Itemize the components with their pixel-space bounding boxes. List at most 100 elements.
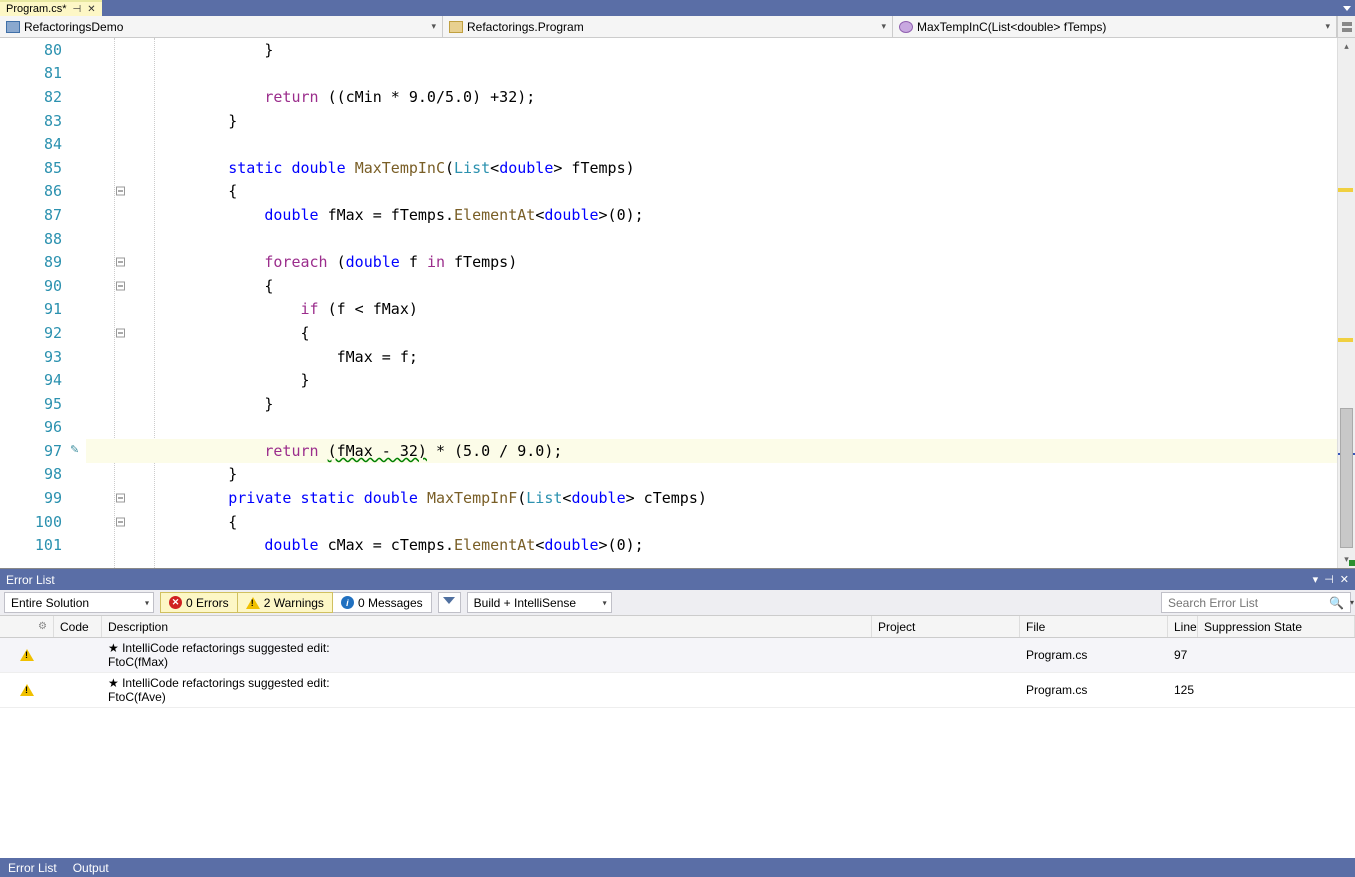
tab-overflow[interactable]: [1343, 0, 1355, 16]
warning-icon: [246, 597, 260, 609]
scroll-up-icon[interactable]: ▴: [1338, 38, 1355, 55]
tab-output[interactable]: Output: [65, 861, 117, 875]
code-line[interactable]: {: [86, 180, 1337, 204]
code-line[interactable]: double fMax = fTemps.ElementAt<double>(0…: [86, 203, 1337, 227]
error-list-title: Error List: [6, 573, 55, 587]
line-number: 82: [0, 85, 86, 109]
error-row[interactable]: ★ IntelliCode refactorings suggested edi…: [0, 673, 1355, 708]
pin-icon[interactable]: ⊣: [73, 4, 82, 15]
code-line[interactable]: {: [86, 510, 1337, 534]
col-file[interactable]: File: [1020, 616, 1168, 637]
window-menu-icon[interactable]: ▾: [1313, 573, 1319, 586]
file-tab-program[interactable]: Program.cs* ⊣ ✕: [0, 0, 102, 16]
code-line[interactable]: [86, 227, 1337, 251]
code-line[interactable]: {: [86, 321, 1337, 345]
class-icon: [449, 21, 463, 33]
error-list-panel: Error List ▾ ⊣ ✕ Entire Solution ▾ ✕ 0 E…: [0, 568, 1355, 858]
error-description: ★ IntelliCode refactorings suggested edi…: [102, 638, 872, 672]
chevron-down-icon: ▾: [1325, 21, 1330, 32]
scroll-thumb[interactable]: [1340, 408, 1353, 548]
filter-button[interactable]: [438, 592, 461, 613]
code-line[interactable]: }: [86, 368, 1337, 392]
col-project[interactable]: Project: [872, 616, 1020, 637]
code-line[interactable]: double cMax = cTemps.ElementAt<double>(0…: [86, 533, 1337, 557]
messages-count-label: 0 Messages: [358, 596, 423, 610]
build-mode-dropdown[interactable]: Build + IntelliSense ▾: [467, 592, 612, 613]
line-number: 89: [0, 250, 86, 274]
code-line[interactable]: foreach (double f in fTemps): [86, 250, 1337, 274]
line-number: 83: [0, 109, 86, 133]
info-icon: i: [341, 596, 354, 609]
line-number: 87: [0, 203, 86, 227]
class-dropdown[interactable]: Refactorings.Program ▾: [443, 16, 893, 37]
error-grid-body: ★ IntelliCode refactorings suggested edi…: [0, 638, 1355, 708]
col-suppression[interactable]: Suppression State: [1198, 616, 1355, 637]
split-toggle[interactable]: [1337, 16, 1355, 37]
error-icon: ✕: [169, 596, 182, 609]
warnings-filter-button[interactable]: 2 Warnings: [238, 592, 333, 613]
tab-error-list[interactable]: Error List: [0, 861, 65, 875]
method-dropdown[interactable]: MaxTempInC(List<double> fTemps) ▾: [893, 16, 1337, 37]
code-line[interactable]: return (fMax - 32) * (5.0 / 9.0);: [86, 439, 1337, 463]
code-line[interactable]: [86, 416, 1337, 440]
code-line[interactable]: [86, 132, 1337, 156]
line-number: 100: [0, 510, 86, 534]
messages-filter-button[interactable]: i 0 Messages: [333, 592, 432, 613]
col-line[interactable]: Line: [1168, 616, 1198, 637]
code-editor[interactable]: 808182838485868788899091929394959697✎989…: [0, 38, 1355, 568]
scrollbar[interactable]: ▴ ▾: [1337, 38, 1355, 568]
method-icon: [899, 21, 913, 33]
error-search[interactable]: 🔍 ▾: [1161, 592, 1351, 613]
code-line[interactable]: static double MaxTempInC(List<double> fT…: [86, 156, 1337, 180]
fold-icon[interactable]: [116, 517, 125, 526]
filter-icon: [443, 597, 456, 609]
code-line[interactable]: return ((cMin * 9.0/5.0) +32);: [86, 85, 1337, 109]
warnings-count-label: 2 Warnings: [264, 596, 324, 610]
error-search-input[interactable]: [1168, 596, 1323, 610]
code-line[interactable]: private static double MaxTempInF(List<do…: [86, 486, 1337, 510]
col-description[interactable]: Description: [102, 616, 872, 637]
gutter: 808182838485868788899091929394959697✎989…: [0, 38, 86, 568]
scroll-down-icon[interactable]: ▾: [1338, 551, 1355, 568]
error-line: 97: [1168, 645, 1198, 665]
code-line[interactable]: }: [86, 38, 1337, 62]
scope-dropdown[interactable]: Entire Solution ▾: [4, 592, 154, 613]
document-tab-bar: Program.cs* ⊣ ✕: [0, 0, 1355, 16]
line-number: 88: [0, 227, 86, 251]
line-number: 90: [0, 274, 86, 298]
col-code[interactable]: Code: [54, 616, 102, 637]
fold-icon[interactable]: [116, 187, 125, 196]
code-line[interactable]: }: [86, 109, 1337, 133]
close-icon[interactable]: ✕: [87, 4, 95, 15]
fold-icon[interactable]: [116, 258, 125, 267]
namespace-dropdown[interactable]: RefactoringsDemo ▾: [0, 16, 443, 37]
chevron-down-icon: ▾: [603, 598, 607, 607]
error-row[interactable]: ★ IntelliCode refactorings suggested edi…: [0, 638, 1355, 673]
window-pin-icon[interactable]: ⊣: [1324, 573, 1334, 586]
error-description: ★ IntelliCode refactorings suggested edi…: [102, 673, 872, 707]
code-line[interactable]: fMax = f;: [86, 345, 1337, 369]
warning-icon: [20, 649, 34, 661]
error-list-toolbar: Entire Solution ▾ ✕ 0 Errors 2 Warnings …: [0, 590, 1355, 616]
chevron-down-icon: ▾: [1350, 598, 1354, 607]
bottom-tool-tabs: Error List Output: [0, 858, 1355, 877]
fold-icon[interactable]: [116, 494, 125, 503]
code-line[interactable]: [86, 62, 1337, 86]
warning-icon: [20, 684, 34, 696]
col-icon[interactable]: ⚙: [0, 616, 54, 637]
code-line[interactable]: }: [86, 392, 1337, 416]
window-close-icon[interactable]: ✕: [1340, 573, 1349, 586]
chevron-down-icon: ▾: [881, 21, 886, 32]
line-number: 98: [0, 463, 86, 487]
fold-icon[interactable]: [116, 328, 125, 337]
line-number: 94: [0, 368, 86, 392]
code-area[interactable]: } return ((cMin * 9.0/5.0) +32); } stati…: [86, 38, 1337, 568]
line-number: 85: [0, 156, 86, 180]
file-tab-label: Program.cs*: [6, 3, 67, 15]
fold-icon[interactable]: [116, 281, 125, 290]
code-line[interactable]: }: [86, 463, 1337, 487]
line-number: 91: [0, 298, 86, 322]
code-line[interactable]: {: [86, 274, 1337, 298]
errors-filter-button[interactable]: ✕ 0 Errors: [160, 592, 238, 613]
code-line[interactable]: if (f < fMax): [86, 298, 1337, 322]
